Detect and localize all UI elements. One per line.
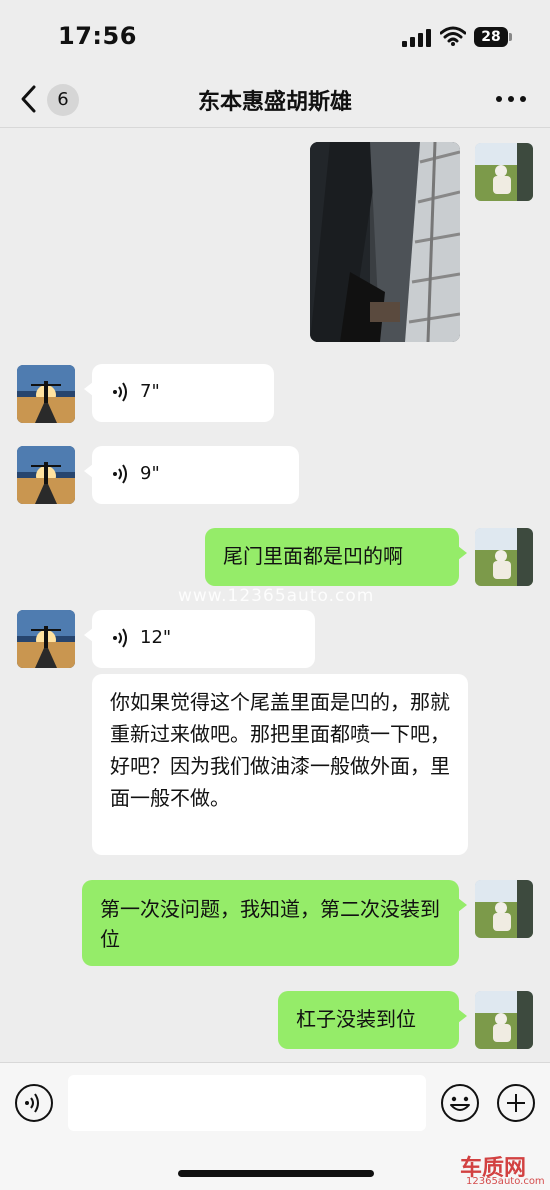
home-indicator — [178, 1170, 374, 1177]
watermark-text: www.12365auto.com — [178, 586, 375, 606]
received-voice-message[interactable]: 12" — [84, 610, 315, 668]
message-input[interactable] — [68, 1075, 426, 1131]
plus-icon[interactable] — [496, 1083, 536, 1123]
cellular-signal-icon — [402, 29, 431, 47]
my-avatar[interactable] — [475, 991, 533, 1049]
contact-avatar[interactable] — [17, 446, 75, 504]
message-text: 杠子没装到位 — [296, 1007, 416, 1031]
emoji-icon[interactable] — [440, 1083, 480, 1123]
voice-input-icon[interactable] — [14, 1083, 54, 1123]
car-interior-photo — [310, 142, 460, 342]
received-voice-message[interactable]: 7" — [84, 364, 274, 422]
sent-text-message[interactable]: 杠子没装到位 — [278, 991, 467, 1049]
sent-photo-message[interactable] — [310, 142, 460, 342]
chat-title: 东本惠盛胡斯雄 — [197, 90, 352, 115]
voice-duration: 7" — [140, 381, 160, 402]
contact-avatar[interactable] — [17, 610, 75, 668]
sent-text-message[interactable]: 第一次没问题，我知道，第二次没装到位 — [82, 880, 467, 966]
status-bar: 17:56 28 — [0, 0, 550, 72]
my-avatar[interactable] — [475, 143, 533, 201]
message-text: 你如果觉得这个尾盖里面是凹的，那就重新过来做吧。那把里面都喷一下吧，好吧？因为我… — [110, 690, 450, 810]
message-text: 尾门里面都是凹的啊 — [223, 544, 403, 568]
battery-level: 28 — [474, 27, 508, 47]
voice-transcription-text[interactable]: 你如果觉得这个尾盖里面是凹的，那就重新过来做吧。那把里面都喷一下吧，好吧？因为我… — [92, 674, 468, 855]
chat-header: 6 东本惠盛胡斯雄 — [0, 72, 550, 128]
wifi-icon — [440, 26, 466, 46]
site-logo-url: 12365auto.com — [466, 1176, 545, 1187]
voice-wave-icon — [113, 628, 127, 648]
voice-wave-icon — [113, 464, 127, 484]
my-avatar[interactable] — [475, 880, 533, 938]
more-options-icon[interactable] — [494, 92, 528, 106]
voice-duration: 12" — [140, 627, 172, 648]
received-voice-message[interactable]: 9" — [84, 446, 299, 504]
my-avatar[interactable] — [475, 528, 533, 586]
battery-icon: 28 — [474, 27, 512, 47]
sent-text-message[interactable]: 尾门里面都是凹的啊 — [205, 528, 467, 586]
message-text: 第一次没问题，我知道，第二次没装到位 — [100, 897, 440, 951]
voice-wave-icon — [113, 382, 127, 402]
status-time: 17:56 — [58, 22, 137, 50]
contact-avatar[interactable] — [17, 365, 75, 423]
voice-duration: 9" — [140, 463, 160, 484]
